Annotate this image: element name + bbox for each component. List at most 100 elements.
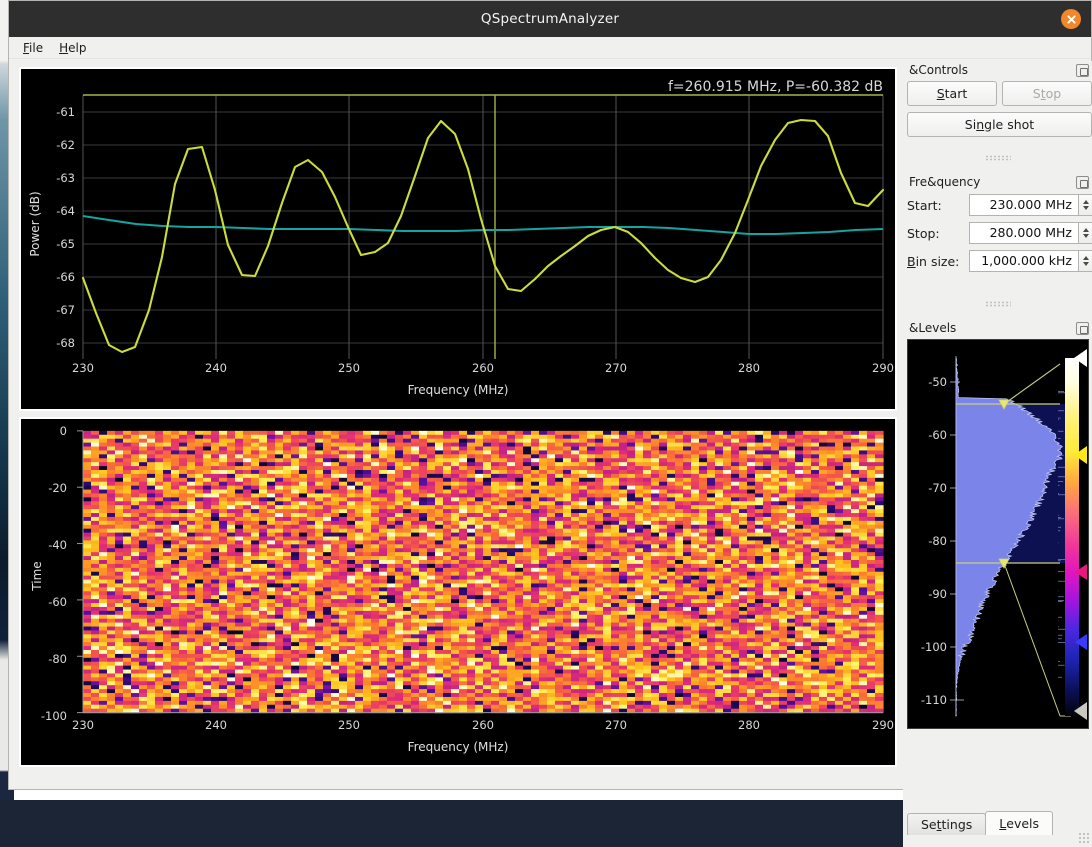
menu-item-file[interactable]: File — [23, 41, 43, 55]
start-frequency-input[interactable]: 230.000 MHz — [969, 194, 1078, 216]
spectrum-ytick: -61 — [56, 105, 75, 119]
spectrum-xtick: 260 — [472, 361, 494, 375]
spectrum-ytick: -65 — [56, 237, 75, 251]
desktop-background: QSpectrumAnalyzer File Help — [0, 0, 1092, 800]
start-button[interactable]: Start — [907, 81, 997, 106]
window-title: QSpectrumAnalyzer — [481, 11, 619, 27]
tab-levels[interactable]: Levels — [985, 811, 1053, 835]
levels-ytick: -60 — [928, 428, 947, 442]
spectrum-x-axis-label: Frequency (MHz) — [21, 383, 895, 397]
colorbar-min-handle[interactable] — [1074, 702, 1087, 720]
stop-frequency-spinbox[interactable]: 280.000 MHz — [969, 222, 1092, 244]
waterfall-ytick: -60 — [48, 595, 67, 609]
waterfall-xtick: 260 — [472, 718, 494, 732]
float-dock-icon[interactable] — [1076, 322, 1089, 335]
waterfall-xtick: 280 — [738, 718, 760, 732]
bin-size-stepper[interactable] — [1078, 250, 1092, 272]
levels-ytick: -50 — [928, 375, 947, 389]
spectrum-ytick: -66 — [56, 270, 75, 284]
spectrum-xtick: 290 — [872, 361, 894, 375]
window-body: f=260.915 MHz, P=-60.382 dB -61 -62 -63 … — [9, 59, 1091, 789]
bin-size-input[interactable]: 1,000.000 kHz — [969, 250, 1078, 272]
levels-histogram-panel[interactable]: -50 -60 -70 -80 -90 -100 -110 — [907, 339, 1089, 729]
waterfall-xtick: 290 — [872, 718, 894, 732]
controls-dock-title: &Controls — [909, 63, 968, 77]
bin-size-label: Bin size: — [907, 254, 963, 269]
levels-ytick: -70 — [928, 481, 947, 495]
stop-frequency-input[interactable]: 280.000 MHz — [969, 222, 1078, 244]
spectrum-xtick: 280 — [738, 361, 760, 375]
spectrum-ytick: -67 — [56, 303, 75, 317]
waterfall-xtick: 230 — [72, 718, 94, 732]
resize-grip[interactable] — [1078, 832, 1090, 844]
stepper-down-icon[interactable] — [1083, 262, 1089, 266]
waterfall-xtick: 270 — [605, 718, 627, 732]
menu-item-help[interactable]: Help — [59, 41, 86, 55]
controls-dock-header: &Controls — [903, 61, 1092, 79]
spectrum-ytick: -63 — [56, 171, 75, 185]
waterfall-xtick: 240 — [205, 718, 227, 732]
levels-ytick: -90 — [928, 587, 947, 601]
colorbar-low-handle[interactable] — [1075, 634, 1087, 650]
cursor-readout: f=260.915 MHz, P=-60.382 dB — [668, 79, 883, 95]
stepper-up-icon[interactable] — [1083, 228, 1089, 232]
stepper-up-icon[interactable] — [1083, 256, 1089, 260]
colorbar-markers — [1064, 340, 1088, 728]
stop-frequency-stepper[interactable] — [1078, 222, 1092, 244]
levels-ytick: -100 — [921, 640, 947, 654]
dock-separator[interactable] — [985, 301, 1011, 307]
bin-size-spinbox[interactable]: 1,000.000 kHz — [969, 250, 1092, 272]
waterfall-y-axis-label: Time — [30, 546, 44, 606]
spectrum-xtick: 230 — [72, 361, 94, 375]
waterfall-heatmap-cells — [83, 431, 884, 713]
application-window: QSpectrumAnalyzer File Help — [8, 0, 1092, 790]
plots-column: f=260.915 MHz, P=-60.382 dB -61 -62 -63 … — [19, 67, 897, 767]
stepper-down-icon[interactable] — [1083, 234, 1089, 238]
controls-buttons-row: Start Stop — [903, 79, 1092, 106]
stepper-down-icon[interactable] — [1083, 206, 1089, 210]
single-shot-button[interactable]: Single shot — [907, 112, 1092, 137]
spectrum-plot[interactable]: f=260.915 MHz, P=-60.382 dB -61 -62 -63 … — [19, 67, 897, 411]
menu-bar: File Help — [9, 37, 1091, 59]
waterfall-plot[interactable]: 0 -20 -40 -60 -80 -100 Time 230 240 250 … — [19, 417, 897, 767]
title-bar: QSpectrumAnalyzer — [9, 1, 1091, 37]
dock-separator[interactable] — [985, 155, 1011, 161]
colorbar-max-handle[interactable] — [1074, 349, 1087, 367]
stepper-up-icon[interactable] — [1083, 200, 1089, 204]
start-frequency-label: Start: — [907, 198, 963, 213]
bin-size-row: Bin size: 1,000.000 kHz — [903, 247, 1092, 275]
waterfall-x-axis-label: Frequency (MHz) — [21, 740, 895, 754]
start-frequency-row: Start: 230.000 MHz — [903, 191, 1092, 219]
frequency-dock-title: Fre&quency — [909, 175, 980, 189]
spectrum-ytick: -62 — [56, 138, 75, 152]
float-dock-icon[interactable] — [1076, 64, 1089, 77]
frequency-dock-header: Fre&quency — [903, 173, 1092, 191]
spectrum-ytick: -64 — [56, 204, 75, 218]
waterfall-ytick: -80 — [48, 652, 67, 666]
levels-dock-title: &Levels — [909, 321, 956, 335]
waterfall-ytick: -20 — [48, 481, 67, 495]
start-frequency-spinbox[interactable]: 230.000 MHz — [969, 194, 1092, 216]
waterfall-x-axis: 230 240 250 260 270 280 290 — [21, 718, 895, 738]
tab-settings[interactable]: Settings — [907, 813, 986, 835]
spectrum-ytick: -68 — [56, 336, 75, 350]
stop-button[interactable]: Stop — [1002, 81, 1092, 106]
waterfall-xtick: 250 — [338, 718, 360, 732]
levels-ytick: -110 — [921, 693, 947, 707]
spectrum-x-axis: 230 240 250 260 270 280 290 — [21, 361, 895, 381]
waterfall-ytick: -40 — [48, 538, 67, 552]
spectrum-svg — [21, 69, 895, 409]
spectrum-xtick: 240 — [205, 361, 227, 375]
spectrum-xtick: 270 — [605, 361, 627, 375]
spectrum-xtick: 250 — [338, 361, 360, 375]
float-dock-icon[interactable] — [1076, 176, 1089, 189]
levels-y-axis: -50 -60 -70 -80 -90 -100 -110 — [908, 340, 952, 728]
colorbar-mid-handle[interactable] — [1075, 564, 1087, 580]
colorbar-high-handle[interactable] — [1074, 446, 1087, 464]
levels-dock-header: &Levels — [903, 319, 1092, 337]
start-frequency-stepper[interactable] — [1078, 194, 1092, 216]
close-icon[interactable] — [1061, 9, 1081, 29]
spectrum-y-axis-label: Power (dB) — [28, 184, 42, 264]
levels-ytick: -80 — [928, 534, 947, 548]
waterfall-svg — [21, 419, 895, 765]
